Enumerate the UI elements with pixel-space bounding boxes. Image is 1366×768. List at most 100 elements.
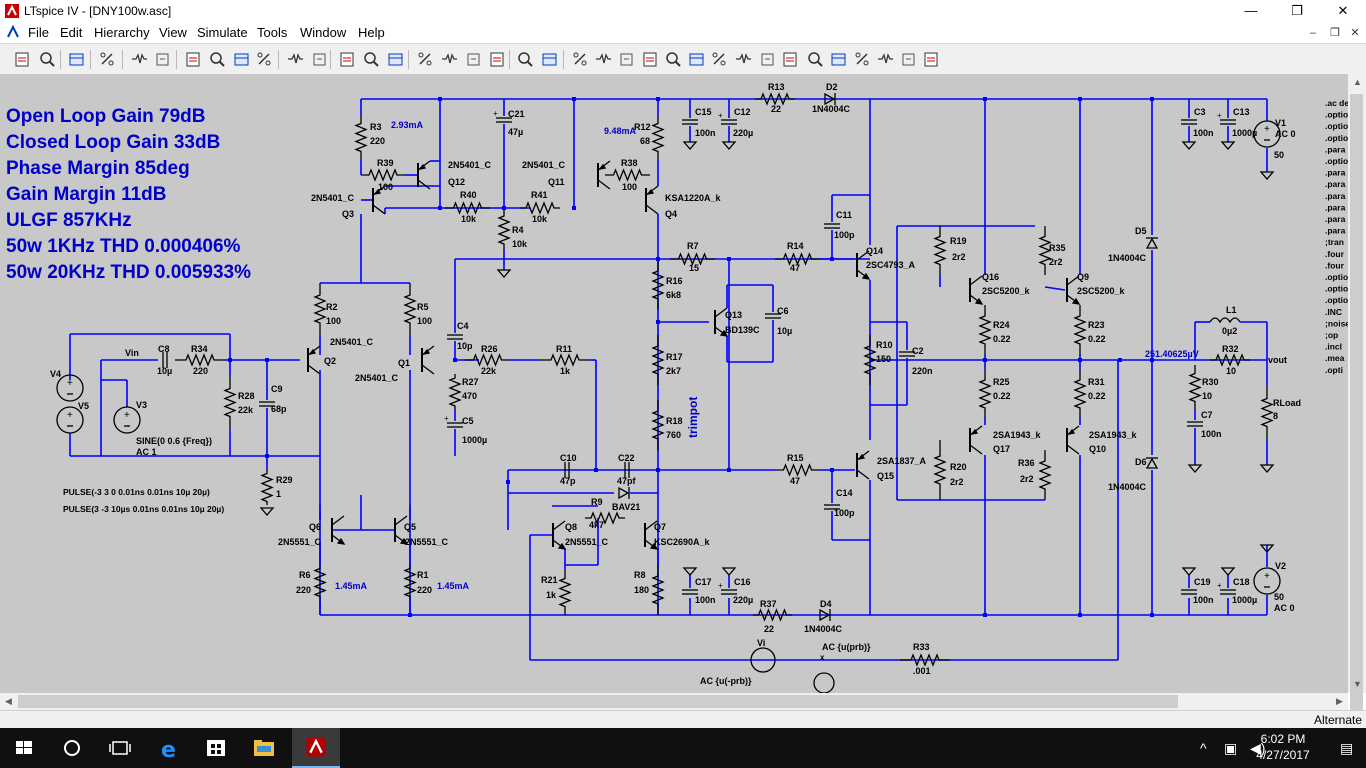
junction-dot[interactable] (265, 358, 269, 362)
part-value-r37[interactable]: 22 (764, 624, 774, 634)
part-value-r41[interactable]: 10k (532, 214, 548, 224)
part-value-rload[interactable]: 8 (1273, 411, 1278, 421)
capacitor-c19[interactable] (1181, 589, 1197, 595)
current-source-probe[interactable] (813, 672, 835, 693)
zoom-fit-icon[interactable] (231, 49, 252, 70)
transistor-q8[interactable] (552, 520, 567, 550)
spice-directive[interactable]: .optio (1325, 110, 1348, 120)
resistor-icon[interactable] (640, 49, 661, 70)
part-value-r31[interactable]: 0.22 (1088, 391, 1106, 401)
junction-dot[interactable] (656, 257, 660, 261)
voltage-source-v3[interactable]: + (113, 406, 141, 434)
find-icon[interactable] (487, 49, 508, 70)
part-ref-q3[interactable]: Q3 (342, 209, 354, 219)
part-value-r6[interactable]: 220 (296, 585, 311, 595)
part-ref-v4[interactable]: V4 (50, 369, 61, 379)
part-ref-q10[interactable]: Q10 (1089, 444, 1106, 454)
junction-dot[interactable] (830, 257, 834, 261)
inductor-l1[interactable] (1209, 317, 1241, 324)
resistor-r24[interactable] (978, 305, 992, 355)
resistor-r38[interactable] (605, 168, 650, 182)
spice-directive[interactable]: .optio (1325, 272, 1348, 282)
part-value-r13[interactable]: 22 (771, 104, 781, 114)
resistor-r30[interactable] (1188, 365, 1202, 410)
junction-dot[interactable] (438, 97, 442, 101)
menu-tools[interactable]: Tools (257, 25, 287, 40)
part-value-c18[interactable]: 1000µ (1232, 595, 1257, 605)
spice-directive[interactable]: .optio (1325, 295, 1348, 305)
part-ref-r21[interactable]: R21 (541, 575, 558, 585)
resistor-r41[interactable] (520, 201, 560, 215)
part-ref-r16[interactable]: R16 (666, 276, 683, 286)
part-value-c17[interactable]: 100n (695, 595, 716, 605)
drag-icon[interactable] (780, 49, 801, 70)
part-value-q2[interactable]: 2N5401_C (330, 337, 374, 347)
part-ref-c18[interactable]: C18 (1233, 577, 1250, 587)
part-ref-c8[interactable]: C8 (158, 344, 170, 354)
part-value-q4[interactable]: KSA1220A_k (665, 193, 722, 203)
part-ref-r8[interactable]: R8 (634, 570, 646, 580)
menu-simulate[interactable]: Simulate (197, 25, 248, 40)
ground-symbol[interactable] (682, 141, 698, 150)
spice-directive[interactable]: .optio (1325, 156, 1348, 166)
inductor-icon[interactable] (686, 49, 707, 70)
pulse2-label[interactable]: PULSE(3 -3 10µs 0.01ns 0.01ns 10µ 20µ) (63, 504, 224, 514)
part-value-r29[interactable]: 1 (276, 489, 281, 499)
part-ref-c7[interactable]: C7 (1201, 410, 1213, 420)
annotation-line[interactable]: ULGF 857KHz (6, 210, 132, 231)
spice-directive[interactable]: .mea (1325, 353, 1345, 363)
cut-icon[interactable] (415, 49, 436, 70)
windows-start-icon[interactable] (0, 728, 48, 768)
part-value-d6[interactable]: 1N4004C (1108, 482, 1147, 492)
capacitor-c5[interactable]: + (444, 414, 463, 428)
annotation-line[interactable]: 50w 20KHz THD 0.005933% (6, 262, 251, 283)
current-label-q5[interactable]: 1.45mA (437, 581, 470, 591)
part-value-q7[interactable]: KSC2690A_k (654, 537, 711, 547)
part-value-c4[interactable]: 10p (457, 341, 473, 351)
grid-icon[interactable] (309, 49, 330, 70)
mdi-close-button[interactable]: ✕ (1346, 25, 1364, 41)
part-value-d4[interactable]: 1N4004C (804, 624, 843, 634)
part-ref-c11[interactable]: C11 (836, 210, 852, 220)
minimize-button[interactable]: — (1228, 0, 1274, 22)
part-value-q17[interactable]: 2SA1943_k (993, 430, 1042, 440)
part-value-c19[interactable]: 100n (1193, 595, 1214, 605)
junction-dot[interactable] (656, 468, 660, 472)
current-label-q6[interactable]: 1.45mA (335, 581, 368, 591)
part-ref-r9[interactable]: R9 (591, 497, 603, 507)
transistor-q4[interactable] (645, 185, 659, 215)
part-value-r15[interactable]: 47 (790, 476, 800, 486)
part-value-c7[interactable]: 100n (1201, 429, 1222, 439)
current-label-q3[interactable]: 2.93mA (391, 120, 424, 130)
part-ref-q16[interactable]: Q16 (982, 272, 999, 282)
resistor-r2[interactable] (313, 283, 327, 335)
part-value-q11[interactable]: 2N5401_C (522, 160, 566, 170)
current-label-q4[interactable]: 9.48mA (604, 126, 637, 136)
part-value-r27[interactable]: 470 (462, 391, 477, 401)
capacitor-c11[interactable] (824, 223, 840, 229)
part-value-q1[interactable]: 2N5401_C (355, 373, 399, 383)
menu-file[interactable]: File (28, 25, 49, 40)
part-ref-q15[interactable]: Q15 (877, 471, 894, 481)
resistor-r19[interactable] (933, 226, 947, 275)
part-value-r8[interactable]: 180 (634, 585, 649, 595)
spice-directive[interactable]: .para (1325, 202, 1346, 212)
part-value-q9[interactable]: 2SC5200_k (1077, 286, 1126, 296)
run-icon[interactable] (129, 49, 150, 70)
pulse1-label[interactable]: PULSE(-3 3 0 0.01ns 0.01ns 10µ 20µ) (63, 487, 210, 497)
spice-directive[interactable]: .para (1325, 226, 1346, 236)
junction-dot[interactable] (265, 454, 269, 458)
part-value-q10[interactable]: 2SA1943_k (1089, 430, 1138, 440)
spice-directive[interactable]: .para (1325, 214, 1346, 224)
menu-edit[interactable]: Edit (60, 25, 82, 40)
part-value-q13[interactable]: BD139C (725, 325, 760, 335)
part-value-c16[interactable]: 220µ (733, 595, 753, 605)
scroll-up-icon[interactable]: ▲ (1353, 77, 1362, 87)
junction-dot[interactable] (983, 358, 987, 362)
probe-vi-label[interactable]: Vi (757, 638, 765, 648)
diode-icon[interactable] (709, 49, 730, 70)
part-ref-rload[interactable]: RLoad (1273, 398, 1301, 408)
ground-symbol[interactable] (1259, 171, 1275, 180)
menu-window[interactable]: Window (300, 25, 346, 40)
resistor-r23[interactable] (1073, 305, 1087, 355)
